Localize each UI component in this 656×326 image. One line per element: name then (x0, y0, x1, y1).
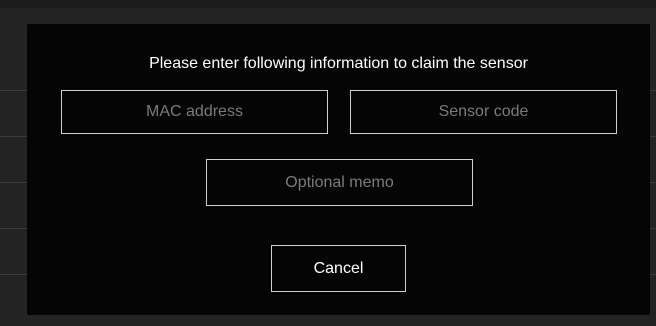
dialog-title: Please enter following information to cl… (149, 55, 528, 72)
mac-address-input[interactable] (61, 90, 328, 134)
optional-memo-input[interactable] (206, 159, 473, 206)
backdrop-header-bar (0, 0, 656, 8)
cancel-button[interactable]: Cancel (271, 245, 406, 292)
claim-sensor-dialog: Please enter following information to cl… (27, 24, 650, 315)
sensor-code-input[interactable] (350, 90, 617, 134)
